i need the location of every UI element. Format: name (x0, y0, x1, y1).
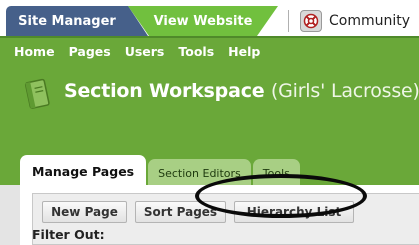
view-website-tab[interactable]: View Website (128, 6, 278, 36)
page-title: Section Workspace (Girls' Lacrosse) (64, 80, 419, 102)
filter-out-label: Filter Out: (32, 227, 105, 242)
nav-users[interactable]: Users (125, 44, 165, 59)
nav-tools[interactable]: Tools (178, 44, 214, 59)
life-ring-icon (300, 10, 322, 32)
main-nav: Home Pages Users Tools Help (14, 44, 260, 59)
nav-pages[interactable]: Pages (69, 44, 111, 59)
community-label: Community (329, 13, 411, 29)
site-manager-tab[interactable]: Site Manager (6, 6, 148, 36)
tab-tools[interactable]: Tools (252, 159, 300, 187)
tab-manage-pages[interactable]: Manage Pages (20, 155, 147, 187)
notebook-icon (24, 78, 50, 109)
view-website-tab-label: View Website (153, 13, 253, 29)
nav-home[interactable]: Home (14, 44, 55, 59)
sort-pages-button[interactable]: Sort Pages (135, 201, 226, 223)
workspace-tabs: Manage Pages Section Editors Tools (20, 155, 300, 187)
header-area: Home Pages Users Tools Help Section Work… (0, 36, 419, 187)
nav-help[interactable]: Help (228, 44, 260, 59)
new-page-button[interactable]: New Page (42, 201, 127, 223)
tab-section-editors[interactable]: Section Editors (148, 159, 251, 187)
hierarchy-list-button[interactable]: Hierarchy List (234, 201, 354, 223)
site-manager-tab-label: Site Manager (18, 13, 116, 29)
community-link[interactable]: Community (300, 6, 410, 36)
workspace-subtitle: (Girls' Lacrosse) (270, 80, 419, 102)
tab-divider (288, 10, 289, 32)
top-tab-bar: Site Manager View Website Community (0, 0, 419, 36)
workspace-title: Section Workspace (64, 80, 265, 102)
